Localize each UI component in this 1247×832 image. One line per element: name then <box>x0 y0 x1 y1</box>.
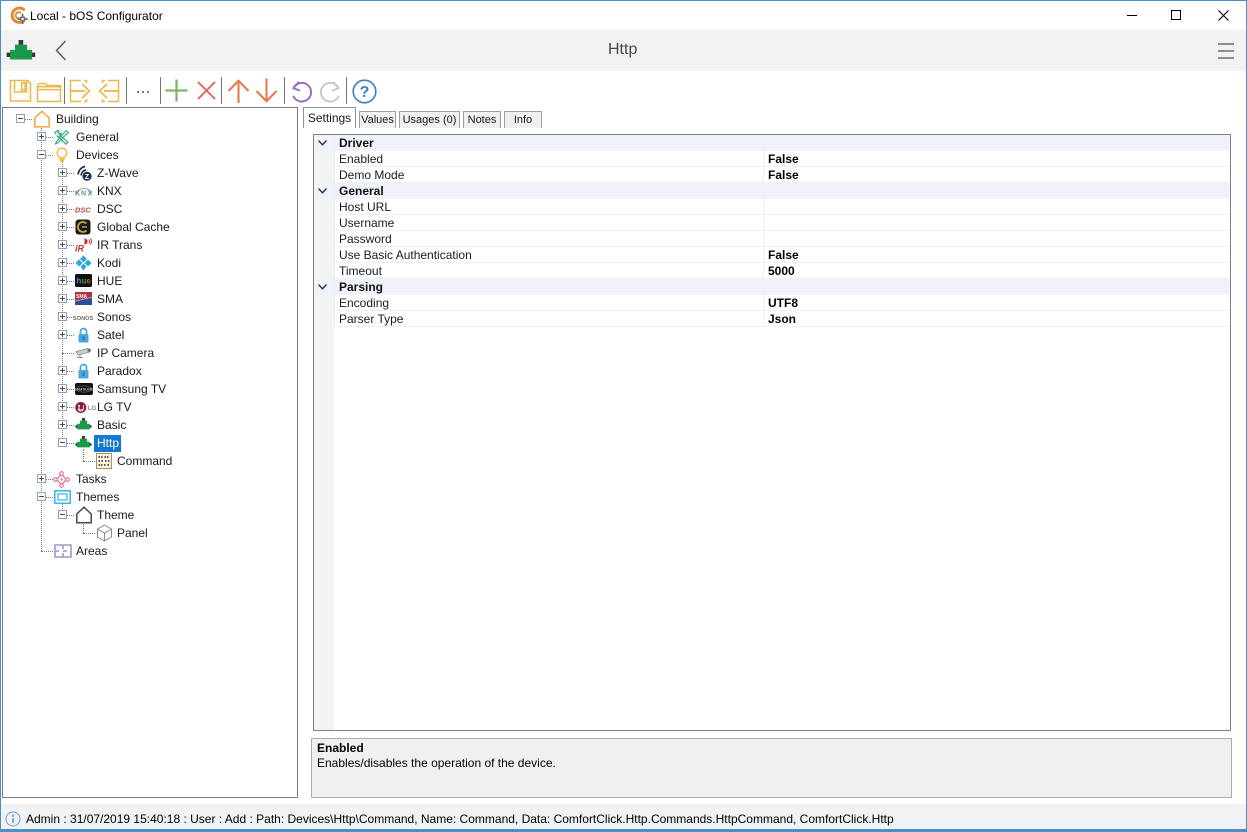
svg-text:SMA: SMA <box>76 294 88 300</box>
svg-text:iR: iR <box>75 244 85 254</box>
svg-text:K: K <box>75 191 80 198</box>
svg-text:N: N <box>81 191 86 198</box>
svg-text:LG: LG <box>88 405 97 412</box>
svg-text:Z: Z <box>85 174 90 181</box>
svg-text:SAMSUNG: SAMSUNG <box>75 388 93 392</box>
svg-text:e: e <box>87 277 92 286</box>
svg-text:X: X <box>88 191 93 198</box>
svg-text:SONOS: SONOS <box>73 316 93 322</box>
svg-text:?: ? <box>360 84 370 101</box>
svg-text:DSC: DSC <box>75 206 91 215</box>
